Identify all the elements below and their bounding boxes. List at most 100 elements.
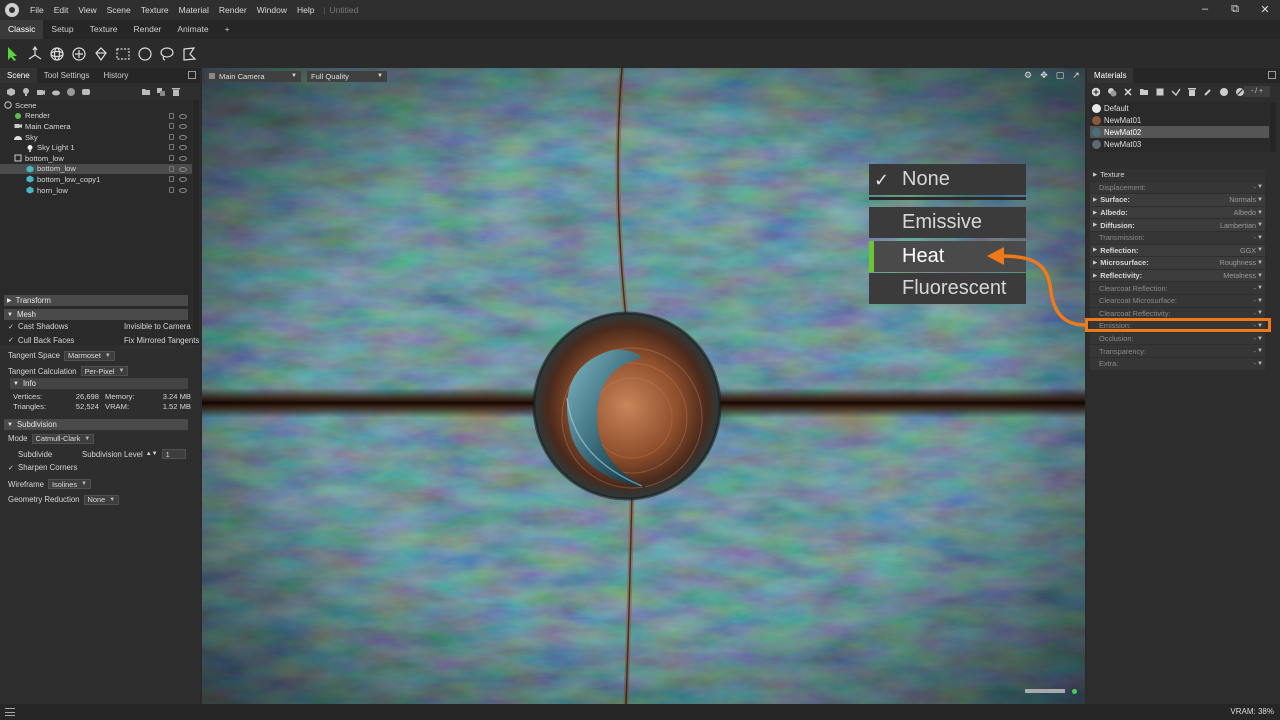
cull-back-faces-checkbox[interactable]: ✓: [8, 336, 16, 344]
tab-history[interactable]: History: [97, 68, 136, 83]
menu-scene[interactable]: Scene: [102, 5, 136, 15]
tree-item-bottom-low-copy1[interactable]: bottom_low_copy1: [0, 174, 192, 185]
tab-add[interactable]: +: [217, 20, 238, 39]
eye-icon[interactable]: [179, 145, 187, 151]
menu-texture[interactable]: Texture: [136, 5, 174, 15]
tab-texture[interactable]: Texture: [82, 20, 126, 39]
lock-icon[interactable]: [169, 165, 174, 172]
gear-icon[interactable]: ⚙: [1023, 70, 1033, 80]
tangent-space-dropdown[interactable]: Marmoset ▼: [64, 350, 115, 361]
scale-gizmo-icon[interactable]: [70, 45, 88, 63]
tangent-calc-dropdown[interactable]: Per-Pixel ▼: [80, 366, 129, 377]
prop-reflectivity[interactable]: ▶ Reflectivity: Metalness ▼: [1090, 269, 1265, 283]
move-gizmo-icon[interactable]: [26, 45, 44, 63]
paint-icon[interactable]: [92, 45, 110, 63]
lock-icon[interactable]: [169, 133, 174, 140]
camera-dropdown[interactable]: Main Camera ▼: [205, 70, 301, 82]
eye-icon[interactable]: [179, 166, 187, 172]
add-light-icon[interactable]: [21, 87, 31, 97]
folder-icon[interactable]: [1139, 87, 1149, 97]
lock-icon[interactable]: [169, 186, 174, 193]
rect-select-icon[interactable]: [114, 45, 132, 63]
select-arrow-icon[interactable]: [4, 45, 22, 63]
polygon-select-icon[interactable]: [180, 45, 198, 63]
add-material-icon[interactable]: [1091, 87, 1101, 97]
menu-item-fluorescent[interactable]: Fluorescent: [869, 273, 1026, 304]
prop-transparency[interactable]: Transparency: - ▼: [1090, 345, 1265, 358]
prop-albedo[interactable]: ▶ Albedo: Albedo ▼: [1090, 206, 1265, 220]
menu-render[interactable]: Render: [214, 5, 252, 15]
wireframe-dropdown[interactable]: Isolines ▼: [47, 479, 91, 490]
close-icon[interactable]: ✕: [1258, 3, 1272, 16]
trash-icon[interactable]: [1187, 87, 1197, 97]
material-newmat02[interactable]: NewMat02: [1090, 126, 1269, 138]
tree-item-scene[interactable]: Scene: [0, 100, 192, 111]
lock-icon[interactable]: [169, 144, 174, 151]
assign-material-icon[interactable]: [1171, 87, 1181, 97]
tree-item-bottom-low-group[interactable]: bottom_low: [0, 153, 192, 164]
info-section-header[interactable]: ▼ Info: [10, 378, 188, 389]
tab-render[interactable]: Render: [126, 20, 170, 39]
menu-window[interactable]: Window: [252, 5, 292, 15]
tab-classic[interactable]: Classic: [0, 20, 44, 39]
rotate-gizmo-icon[interactable]: [48, 45, 66, 63]
save-material-icon[interactable]: [1155, 87, 1165, 97]
subdivision-section-header[interactable]: ▼ Subdivision: [4, 419, 188, 430]
popout-icon[interactable]: [1268, 71, 1276, 79]
add-sky-icon[interactable]: [51, 87, 61, 97]
tab-materials[interactable]: Materials: [1087, 68, 1134, 83]
eye-icon[interactable]: [179, 187, 187, 193]
lock-icon[interactable]: [169, 112, 174, 119]
tab-animate[interactable]: Animate: [169, 20, 216, 39]
menu-help[interactable]: Help: [292, 5, 319, 15]
menu-view[interactable]: View: [73, 5, 101, 15]
material-newmat01[interactable]: NewMat01: [1090, 114, 1269, 126]
lock-icon[interactable]: [169, 176, 174, 183]
remove-material-icon[interactable]: [1123, 87, 1133, 97]
tree-item-bottom-low[interactable]: bottom_low: [0, 163, 192, 175]
prop-reflection[interactable]: ▶ Reflection: GGX ▼: [1090, 244, 1265, 258]
menu-item-none[interactable]: ✓ None: [869, 164, 1026, 195]
eye-icon[interactable]: [179, 177, 187, 183]
lasso-icon[interactable]: [158, 45, 176, 63]
eyedropper-icon[interactable]: [1203, 87, 1213, 97]
maximize-icon[interactable]: ⧉: [1228, 3, 1242, 16]
prop-transmission[interactable]: Transmission: - ▼: [1090, 231, 1265, 245]
tree-item-sky[interactable]: Sky: [0, 132, 192, 143]
circle-select-icon[interactable]: [136, 45, 154, 63]
add-object-icon[interactable]: [6, 87, 16, 97]
picker-icon[interactable]: [1219, 87, 1229, 97]
prop-microsurface[interactable]: ▶ Microsurface: Roughness ▼: [1090, 257, 1265, 270]
prop-occlusion[interactable]: Occlusion: - ▼: [1090, 332, 1265, 346]
tab-setup[interactable]: Setup: [43, 20, 81, 39]
trash-icon[interactable]: [171, 87, 181, 97]
mode-dropdown[interactable]: Catmull-Clark ▼: [31, 433, 95, 444]
popout-icon[interactable]: [188, 71, 196, 79]
lock-icon[interactable]: [169, 154, 174, 161]
duplicate-icon[interactable]: [156, 87, 166, 97]
prop-surface[interactable]: ▶ Surface: Normals ▼: [1090, 194, 1265, 207]
material-default[interactable]: Default: [1090, 102, 1269, 114]
stepper-arrows-icon[interactable]: ▲▼: [146, 451, 158, 457]
prop-texture[interactable]: ▶ Texture: [1090, 169, 1265, 182]
minimize-icon[interactable]: –: [1198, 3, 1212, 16]
folder-icon[interactable]: [141, 87, 151, 97]
material-newmat03[interactable]: NewMat03: [1090, 138, 1269, 150]
popout-icon[interactable]: ↗: [1071, 70, 1081, 80]
quality-dropdown[interactable]: Full Quality ▼: [307, 70, 387, 82]
menu-item-heat[interactable]: Heat: [869, 241, 1026, 272]
duplicate-material-icon[interactable]: [1107, 87, 1117, 97]
add-shadow-icon[interactable]: [81, 87, 91, 97]
tree-item-render[interactable]: Render: [0, 111, 192, 122]
menu-item-emissive[interactable]: Emissive: [869, 207, 1026, 238]
subdiv-level-input[interactable]: 1: [161, 449, 186, 460]
cast-shadows-checkbox[interactable]: ✓: [8, 323, 16, 331]
prop-clearcoat-reflection[interactable]: Clearcoat Reflection: - ▼: [1090, 282, 1265, 295]
tree-item-sky-light[interactable]: Sky Light 1: [0, 142, 192, 153]
transform-section-header[interactable]: ▶ Transform: [4, 295, 188, 306]
geo-reduction-dropdown[interactable]: None ▼: [83, 494, 120, 505]
material-list-scrollbar[interactable]: [1270, 102, 1276, 152]
material-filter-button[interactable]: - / +: [1244, 86, 1270, 97]
menu-file[interactable]: File: [25, 5, 49, 15]
prop-displacement[interactable]: Displacement: - ▼: [1090, 181, 1265, 195]
